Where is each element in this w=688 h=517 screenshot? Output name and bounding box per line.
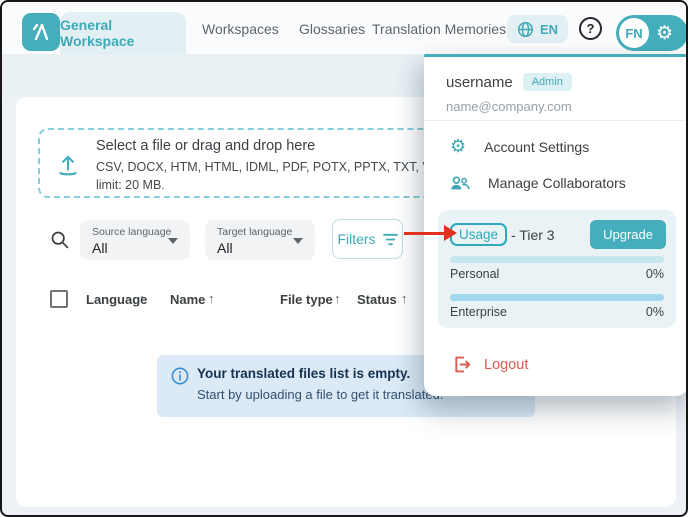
sort-asc-icon[interactable]: ↑ xyxy=(208,291,215,306)
personal-usage-value: 0% xyxy=(646,267,664,281)
sort-asc-icon[interactable]: ↑ xyxy=(139,291,146,306)
enterprise-usage-value: 0% xyxy=(646,305,664,319)
select-all-checkbox[interactable] xyxy=(50,290,68,308)
column-header-file-type[interactable]: File type xyxy=(280,292,333,307)
annotation-arrow-head xyxy=(444,225,457,241)
sort-asc-icon[interactable]: ↑ xyxy=(401,291,408,306)
personal-usage-label: Personal xyxy=(450,267,499,281)
target-language-label: Target language xyxy=(217,226,292,238)
nav-tab-translation-memories[interactable]: Translation Memories xyxy=(372,21,506,37)
usage-card: Usage - Tier 3 Upgrade Personal 0% Enter… xyxy=(438,210,676,328)
nav-tab-glossaries[interactable]: Glossaries xyxy=(299,21,365,37)
logout-icon xyxy=(452,355,471,374)
tier-label: - Tier 3 xyxy=(511,227,555,243)
nav-tab-general-workspace[interactable]: General Workspace xyxy=(60,12,186,54)
empty-state-title: Your translated files list is empty. xyxy=(197,366,410,381)
brand-logo[interactable] xyxy=(22,13,60,51)
user-menu-button[interactable]: FN ⚙ xyxy=(616,15,688,51)
dropzone-limit: limit: 20 MB. xyxy=(96,178,165,192)
user-email: name@company.com xyxy=(446,99,572,114)
chevron-down-icon xyxy=(168,238,178,244)
usage-label-highlighted: Usage xyxy=(450,223,507,246)
personal-usage-bar xyxy=(450,256,664,263)
logout-button[interactable]: Logout xyxy=(452,355,528,374)
divider xyxy=(424,120,688,121)
menu-item-label: Manage Collaborators xyxy=(480,175,626,191)
menu-item-manage-collaborators[interactable]: Manage Collaborators xyxy=(450,175,626,191)
username: username xyxy=(446,74,513,91)
top-nav-bar: General Workspace Workspaces Glossaries … xyxy=(2,2,686,54)
avatar: FN xyxy=(619,18,649,48)
upload-icon xyxy=(55,152,81,178)
globe-icon xyxy=(517,21,534,38)
filter-icon xyxy=(383,233,398,246)
empty-state-subtitle: Start by uploading a file to get it tran… xyxy=(197,387,443,402)
enterprise-usage-label: Enterprise xyxy=(450,305,507,319)
annotation-arrow-line xyxy=(404,232,445,235)
nav-tab-label: General Workspace xyxy=(60,17,186,49)
target-language-value: All xyxy=(217,240,233,256)
search-icon[interactable] xyxy=(49,229,70,250)
filters-button[interactable]: Filters xyxy=(332,219,403,259)
settings-gear-icon[interactable]: ⚙ xyxy=(656,24,673,43)
upgrade-button[interactable]: Upgrade xyxy=(590,220,666,249)
info-icon xyxy=(171,367,189,385)
source-language-value: All xyxy=(92,240,108,256)
column-header-status[interactable]: Status xyxy=(357,292,397,307)
avatar-initials: FN xyxy=(625,26,642,41)
enterprise-usage-bar xyxy=(450,294,664,301)
help-glyph: ? xyxy=(587,21,595,36)
target-language-select[interactable]: Target language All xyxy=(205,220,315,260)
menu-item-account-settings[interactable]: ⚙ Account Settings xyxy=(450,138,589,156)
collaborators-icon xyxy=(450,175,470,191)
role-badge: Admin xyxy=(523,73,572,91)
filters-button-label: Filters xyxy=(337,231,375,247)
language-selector[interactable]: EN xyxy=(507,15,568,43)
column-header-name[interactable]: Name xyxy=(170,292,205,307)
menu-item-label: Account Settings xyxy=(476,139,589,155)
dropzone-title: Select a file or drag and drop here xyxy=(96,138,315,154)
gear-icon: ⚙ xyxy=(450,138,466,156)
user-dropdown-menu: username Admin name@company.com ⚙ Accoun… xyxy=(424,54,688,396)
logout-label: Logout xyxy=(484,357,528,373)
language-code: EN xyxy=(540,22,558,37)
chevron-down-icon xyxy=(293,238,303,244)
app-window: General Workspace Workspaces Glossaries … xyxy=(0,0,688,517)
source-language-select[interactable]: Source language All xyxy=(80,220,190,260)
help-button[interactable]: ? xyxy=(579,17,602,40)
sort-asc-icon[interactable]: ↑ xyxy=(334,291,341,306)
nav-tab-workspaces[interactable]: Workspaces xyxy=(202,21,279,37)
lambda-logo-icon xyxy=(29,20,53,44)
source-language-label: Source language xyxy=(92,226,171,238)
